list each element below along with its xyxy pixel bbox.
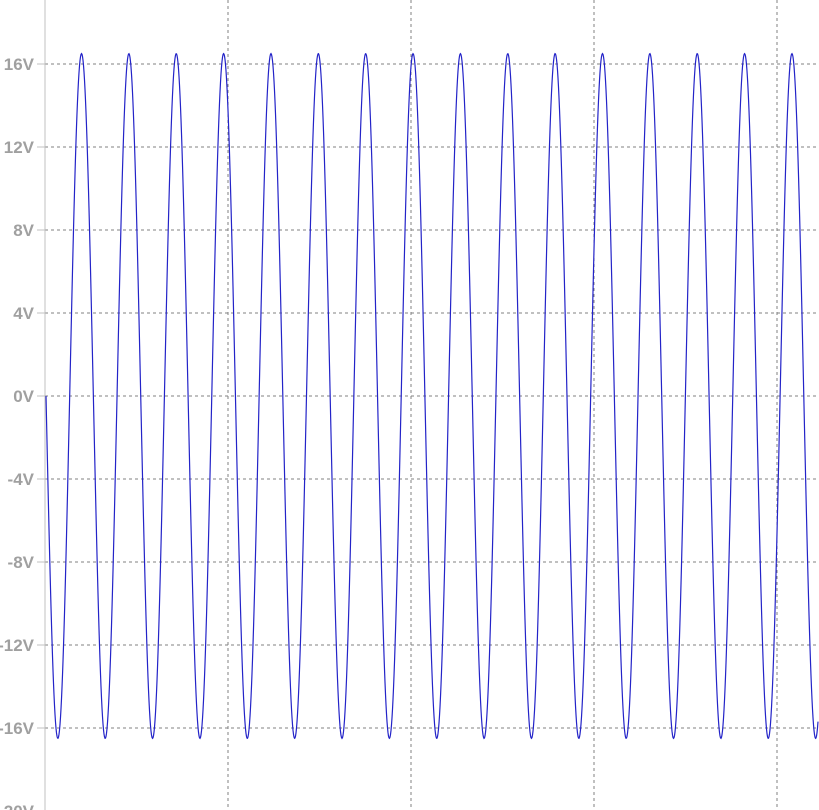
y-tick-label: -4V bbox=[8, 470, 35, 489]
y-tick-label: 4V bbox=[13, 304, 34, 323]
y-tick-label: 8V bbox=[13, 221, 34, 240]
y-tick-labels: 16V 12V 8V 4V 0V -4V -8V -12V -16V -20V bbox=[0, 55, 45, 810]
y-tick-label: -8V bbox=[8, 553, 35, 572]
y-tick-label: 12V bbox=[4, 138, 35, 157]
y-tick-label: -16V bbox=[0, 719, 35, 738]
y-tick-label: -12V bbox=[0, 636, 35, 655]
y-tick-label: -20V bbox=[0, 802, 35, 810]
y-tick-label: 16V bbox=[4, 55, 35, 74]
chart-plot: 16V 12V 8V 4V 0V -4V -8V -12V -16V -20V bbox=[0, 0, 819, 810]
y-tick-label: 0V bbox=[13, 387, 34, 406]
y-gridlines bbox=[45, 63, 819, 729]
